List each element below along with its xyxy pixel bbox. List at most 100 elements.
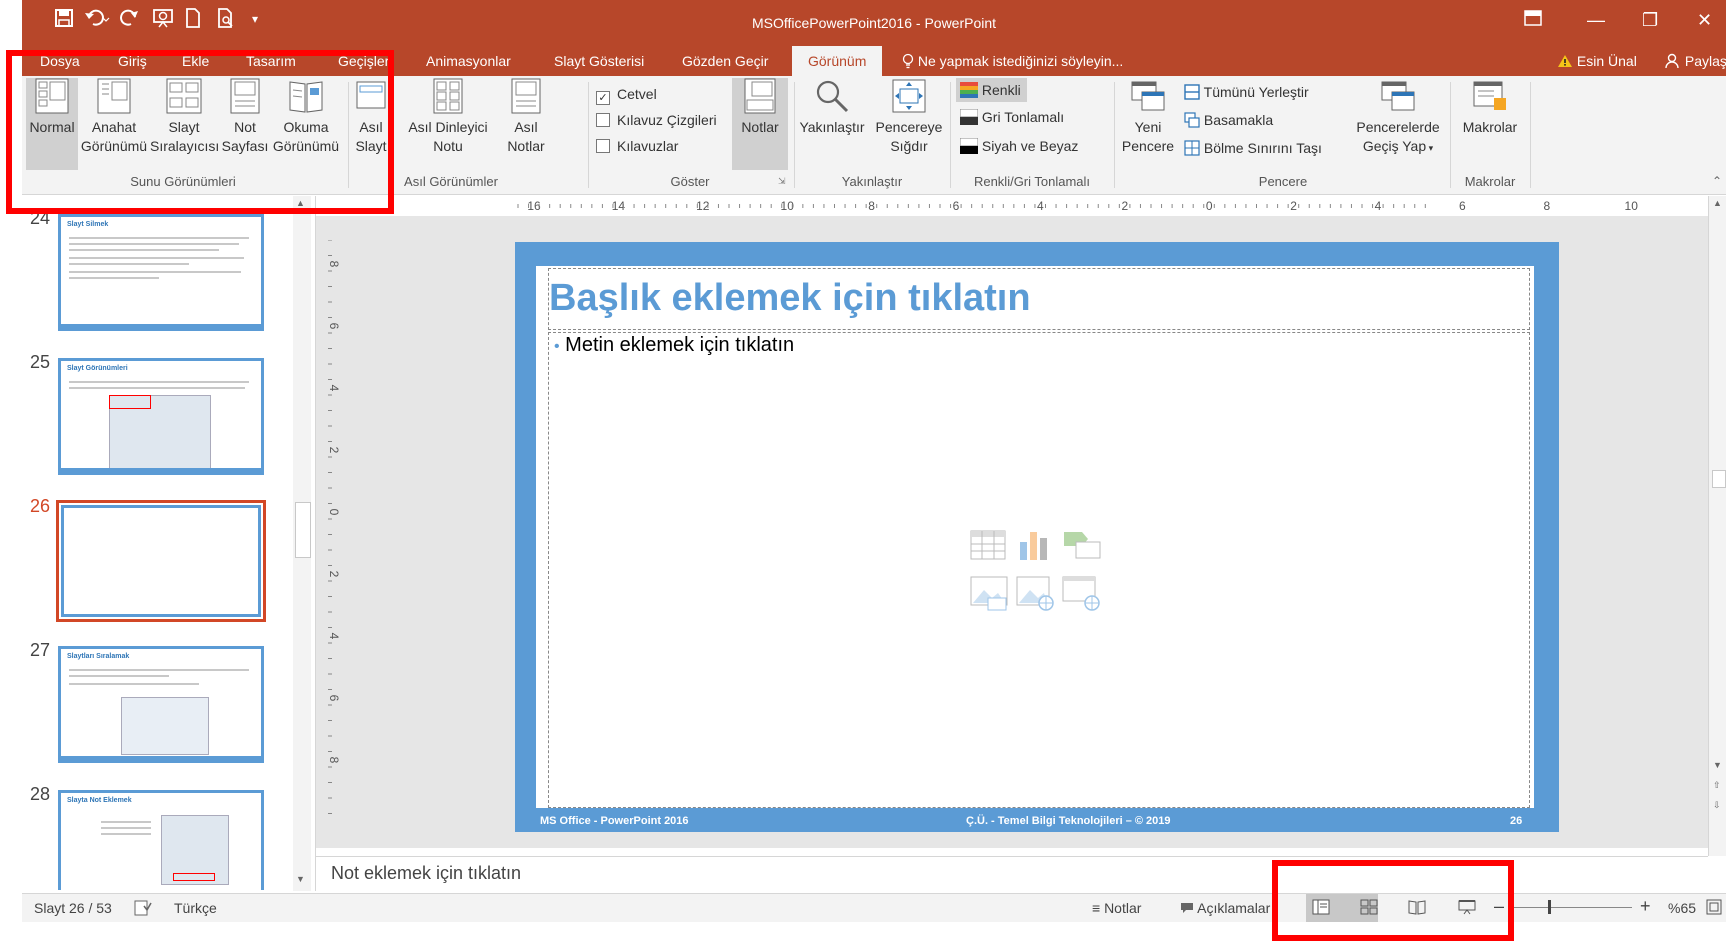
ribbon-display-options-icon[interactable] xyxy=(1524,10,1542,31)
new-window-button[interactable]: Yeni Pencere xyxy=(1118,78,1178,156)
zoom-magnifier-icon xyxy=(814,78,850,114)
content-insert-icons xyxy=(970,530,1110,614)
color-view-button[interactable]: Renkli xyxy=(956,78,1027,102)
ruler-tick-label: 0 xyxy=(1206,199,1213,213)
zoom-slider-track[interactable] xyxy=(1512,907,1632,908)
grayscale-button[interactable]: Gri Tonlamalı xyxy=(959,108,1064,125)
user-account[interactable]: Esin Ünal xyxy=(1557,46,1637,76)
ruler-tick-label: 8 xyxy=(327,261,340,268)
thumbnail-scrollbar[interactable]: ▲ ▼ xyxy=(293,196,311,891)
thumbnail-text-line xyxy=(101,821,151,823)
slide-thumbnail-25[interactable]: Slayt Görünümleri xyxy=(58,358,264,475)
insert-chart-icon[interactable] xyxy=(1018,530,1050,565)
handout-master-button[interactable]: Asıl Dinleyici Notu xyxy=(398,78,498,156)
slide-thumbnail-28[interactable]: Slayta Not Eklemek xyxy=(58,790,264,890)
previous-slide-icon[interactable]: ⇧ xyxy=(1713,780,1721,791)
zoom-slider-thumb[interactable] xyxy=(1547,900,1551,914)
ruler-tick-label: 10 xyxy=(1625,199,1639,213)
slide-thumbnail-27[interactable]: Slaytları Sıralamak xyxy=(58,646,264,763)
slide-footer-left: MS Office - PowerPoint 2016 xyxy=(540,815,689,827)
slide-body-text: • Metin eklemek için tıklatın xyxy=(554,334,794,357)
scrollbar-thumb[interactable] xyxy=(295,502,311,558)
arrange-all-button[interactable]: Tümünü Yerleştir xyxy=(1184,84,1309,100)
ruler-tick-label: 6 xyxy=(953,199,960,213)
new-window-icon xyxy=(1130,78,1166,114)
notes-master-label-2: Notlar xyxy=(507,138,545,154)
zoom-button[interactable]: Yakınlaştır xyxy=(796,78,868,137)
color-label: Renkli xyxy=(981,82,1021,98)
scroll-down-icon[interactable]: ▼ xyxy=(296,874,305,884)
tab-slideshow[interactable]: Slayt Gösterisi xyxy=(548,46,650,76)
collapse-ribbon-icon[interactable]: ⌃ xyxy=(1712,174,1722,188)
notes-status-label: Notlar xyxy=(1104,900,1142,916)
dialog-launcher-icon[interactable]: ⇲ xyxy=(778,176,786,187)
tab-view[interactable]: Görünüm xyxy=(792,46,883,76)
gridlines-check-box xyxy=(596,113,610,127)
scroll-down-icon[interactable]: ▼ xyxy=(1713,760,1722,770)
ruler-checkbox[interactable]: ✓ Cetvel xyxy=(596,86,657,105)
thumbnail-number-selected: 26 xyxy=(30,496,51,516)
notes-status-button[interactable]: ≡ Notlar xyxy=(1092,900,1141,916)
switch-windows-button[interactable]: Pencerelerde Geçiş Yap ▾ xyxy=(1352,78,1444,158)
ruler-tick-label: 4 xyxy=(1375,199,1382,213)
handout-master-label-1: Asıl Dinleyici xyxy=(408,119,488,135)
spell-check-icon[interactable] xyxy=(134,900,152,919)
comments-status-button[interactable]: Açıklamalar xyxy=(1180,900,1270,916)
thumbnail-slide-frame xyxy=(61,505,261,617)
next-slide-icon[interactable]: ⇩ xyxy=(1713,800,1721,811)
share-button[interactable]: Paylaş xyxy=(1665,46,1726,76)
thumbnail-text-line xyxy=(69,675,169,677)
tell-me-search[interactable]: Ne yapmak istediğinizi söyleyin... xyxy=(902,46,1123,76)
insert-smartart-icon[interactable] xyxy=(1062,530,1102,565)
cascade-button[interactable]: Basamakla xyxy=(1184,112,1273,128)
slide-thumbnail-24[interactable]: Slayt Silmek xyxy=(58,214,264,331)
fit-slide-to-window-icon[interactable] xyxy=(1706,899,1722,918)
ruler-check-mark: ✓ xyxy=(596,91,610,105)
slide-title-placeholder[interactable]: Başlık eklemek için tıklatın xyxy=(548,268,1530,330)
new-window-label-2: Pencere xyxy=(1121,138,1175,154)
tab-animations[interactable]: Animasyonlar xyxy=(420,46,517,76)
move-split-button[interactable]: Bölme Sınırını Taşı xyxy=(1184,140,1322,156)
fit-label-2: Sığdır xyxy=(890,138,928,154)
insert-table-icon[interactable] xyxy=(970,530,1006,565)
ruler-tick-label: 2 xyxy=(1290,199,1297,213)
share-label: Paylaş xyxy=(1684,53,1726,69)
fit-to-window-icon xyxy=(891,78,927,114)
thumbnail-text-line xyxy=(69,277,159,279)
scroll-up-icon[interactable]: ▲ xyxy=(1713,198,1722,208)
fit-to-window-button[interactable]: Pencereye Sığdır xyxy=(872,78,946,156)
grayscale-icon xyxy=(959,108,979,125)
close-icon[interactable]: ✕ xyxy=(1697,10,1712,31)
notes-master-button[interactable]: Asıl Notlar xyxy=(502,78,550,156)
move-split-label: Bölme Sınırını Taşı xyxy=(1203,140,1322,156)
black-white-button[interactable]: Siyah ve Beyaz xyxy=(959,137,1078,154)
notes-placeholder[interactable]: Not eklemek için tıklatın xyxy=(331,863,521,884)
ruler-tick-label: 6 xyxy=(1459,199,1466,213)
cascade-label: Basamakla xyxy=(1203,112,1274,128)
slide-scrollbar[interactable]: ▲ ▼ ⇧ ⇩ xyxy=(1708,196,1726,856)
bullet-marker-icon: • xyxy=(554,338,560,355)
insert-picture-icon[interactable] xyxy=(970,576,1008,617)
tab-review[interactable]: Gözden Geçir xyxy=(676,46,774,76)
guides-checkbox[interactable]: Kılavuzlar xyxy=(596,138,678,154)
insert-online-picture-icon[interactable] xyxy=(1016,576,1054,617)
thumbnail-text-line xyxy=(69,683,199,685)
zoom-level[interactable]: %65 xyxy=(1668,900,1696,916)
notes-toggle-button[interactable]: Notlar xyxy=(732,78,788,170)
insert-video-icon[interactable] xyxy=(1062,576,1102,617)
gridlines-checkbox[interactable]: Kılavuz Çizgileri xyxy=(596,112,717,128)
zoom-in-icon[interactable]: + xyxy=(1640,896,1651,917)
group-label-color: Renkli/Gri Tonlamalı xyxy=(973,174,1091,189)
ruler-tick-label: 2 xyxy=(327,571,340,578)
gridlines-label: Kılavuz Çizgileri xyxy=(617,112,717,128)
language-indicator[interactable]: Türkçe xyxy=(174,900,217,916)
group-label-macros: Makrolar xyxy=(1464,174,1516,189)
restore-icon[interactable]: ❐ xyxy=(1642,10,1658,31)
macros-button[interactable]: Makrolar xyxy=(1454,78,1526,137)
minimize-icon[interactable]: — xyxy=(1587,10,1605,31)
scrollbar-thumb[interactable] xyxy=(1712,470,1726,488)
ruler-tick-label: 6 xyxy=(327,323,340,330)
window-title: MSOfficePowerPoint2016 - PowerPoint xyxy=(751,15,997,31)
slide-thumbnail-26-selected[interactable] xyxy=(54,498,268,624)
ruler-tick-label: 4 xyxy=(327,385,340,392)
